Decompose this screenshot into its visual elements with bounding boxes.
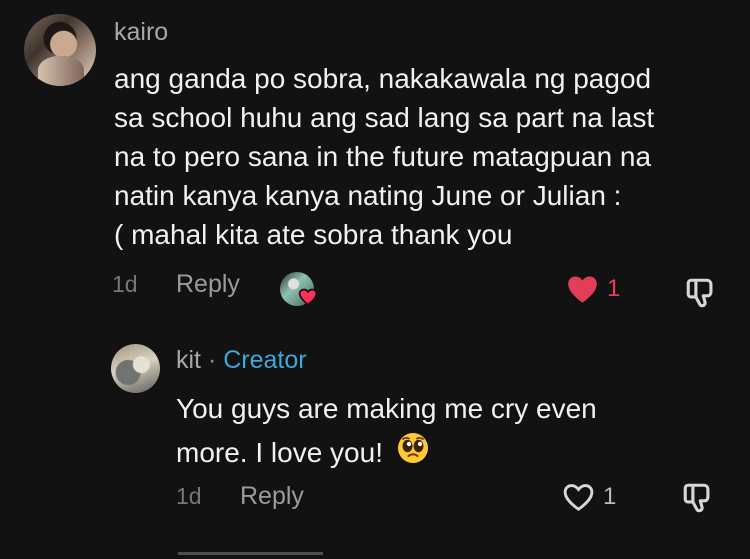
reply-line: You guys are making me cry even — [176, 393, 597, 424]
comment-line: natin kanya kanya nating June or Julian … — [114, 180, 622, 211]
avatar-kairo[interactable] — [24, 14, 96, 86]
pleading-face-emoji — [397, 433, 428, 463]
reply-username[interactable]: kit — [176, 346, 201, 374]
reply-meta: 1d Reply — [176, 482, 304, 511]
creator-separator: · — [207, 346, 217, 374]
reply-time: 1d — [176, 483, 202, 509]
comment-line: ( mahal kita ate sobra thank you — [114, 219, 513, 250]
reply-body: You guys are making me cry even more. I … — [176, 389, 676, 472]
comment-time: 1d — [112, 271, 138, 297]
reply-line: more. I love you! — [176, 437, 383, 468]
heart-icon[interactable] — [566, 274, 599, 304]
comment-line: ang ganda po sobra, nakakawala ng pagod — [114, 63, 652, 94]
like-button[interactable]: 1 — [566, 274, 620, 304]
reply-button[interactable]: Reply — [176, 270, 240, 299]
comment-line: sa school huhu ang sad lang sa part na l… — [114, 102, 655, 133]
like-count: 1 — [607, 275, 621, 302]
comment-line: na to pero sana in the future matagpuan … — [114, 141, 652, 172]
avatar-kit[interactable] — [111, 344, 160, 393]
reply-username-row: kit · Creator — [176, 348, 307, 373]
creator-badge: Creator — [223, 346, 307, 374]
thumbs-down-icon[interactable] — [684, 276, 718, 310]
reply-line-with-emoji: more. I love you! — [176, 428, 676, 472]
comment-thread: kairo ang ganda po sobra, nakakawala ng … — [0, 0, 750, 559]
next-comment-cutoff — [178, 552, 323, 559]
comment-meta: 1d Reply — [112, 270, 240, 299]
reply-like-button[interactable]: 1 — [562, 482, 616, 512]
reply-to-reply-button[interactable]: Reply — [240, 482, 304, 511]
comment-username[interactable]: kairo — [114, 20, 168, 45]
comment-body: ang ganda po sobra, nakakawala ng pagod … — [114, 59, 724, 254]
creator-liked-heart-icon — [298, 288, 318, 306]
heart-outline-icon[interactable] — [562, 482, 595, 512]
reply-thumbs-down-icon[interactable] — [681, 481, 715, 515]
reply-like-count: 1 — [603, 483, 617, 510]
